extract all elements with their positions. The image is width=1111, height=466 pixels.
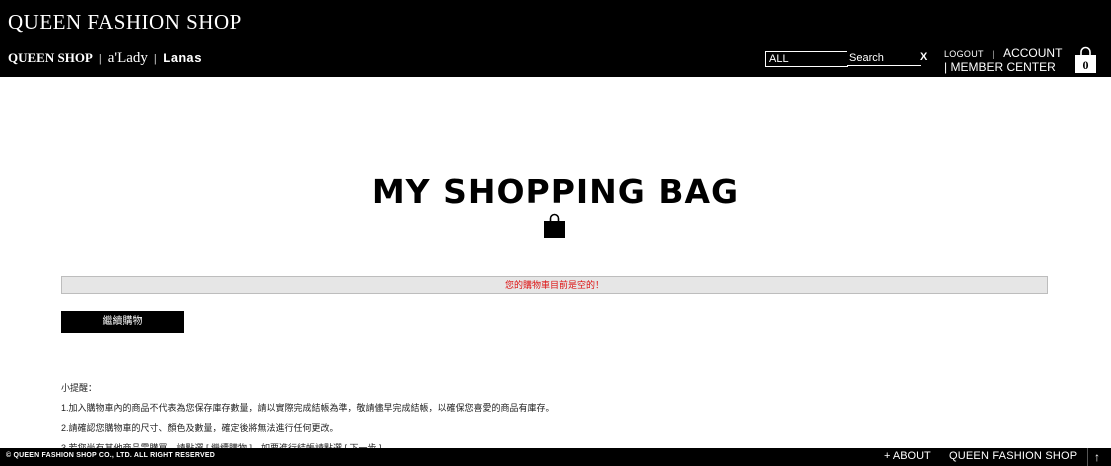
brand-separator: | (153, 53, 157, 65)
shopping-bag-icon (543, 213, 566, 239)
search-input[interactable] (847, 51, 921, 66)
link-separator: | (992, 49, 995, 59)
brand-link-alady[interactable]: a'Lady (108, 50, 148, 67)
footer: © QUEEN FASHION SHOP CO., LTD. ALL RIGHT… (0, 448, 1111, 466)
arrow-up-icon: ↑ (1094, 450, 1100, 464)
account-link[interactable]: ACCOUNT (1003, 46, 1062, 60)
about-link[interactable]: + ABOUT (884, 450, 931, 462)
back-to-top-button[interactable]: ↑ (1087, 448, 1106, 466)
tips-title: 小提醒： (61, 383, 98, 393)
cart-count: 0 (1082, 58, 1089, 72)
tip-item: 2.請確認您購物車的尺寸、顏色及數量，確定後將無法進行任何更改。 (61, 423, 339, 433)
page-title: MY SHOPPING BAG (371, 172, 740, 211)
brand-separator: | (98, 53, 102, 65)
tip-item: 1.加入購物車內的商品不代表為您保存庫存數量，請以實際完成結帳為準，敬請儘早完成… (61, 403, 555, 413)
brand-link-lanas[interactable]: Lanas (163, 51, 202, 66)
search-clear-button[interactable]: X (920, 51, 927, 63)
tips-section: 小提醒： 1.加入購物車內的商品不代表為您保存庫存數量，請以實際完成結帳為準，敬… (61, 378, 555, 458)
search-category-select[interactable]: ALL (765, 51, 848, 67)
cart-button[interactable]: 0 (1074, 46, 1097, 74)
footer-brand-link[interactable]: QUEEN FASHION SHOP (949, 450, 1077, 462)
logout-link[interactable]: LOGOUT (944, 49, 984, 59)
brand-nav: QUEEN SHOP | a'Lady | Lanas (8, 50, 202, 67)
member-center-link[interactable]: | MEMBER CENTER (944, 61, 1062, 74)
continue-shopping-button[interactable]: 繼續購物 (61, 311, 184, 333)
account-links: LOGOUT | ACCOUNT | MEMBER CENTER (944, 46, 1062, 74)
site-title[interactable]: QUEEN FASHION SHOP (8, 10, 242, 35)
brand-link-queen-shop[interactable]: QUEEN SHOP (8, 50, 93, 66)
header: QUEEN FASHION SHOP QUEEN SHOP | a'Lady |… (0, 0, 1111, 77)
copyright-text: © QUEEN FASHION SHOP CO., LTD. ALL RIGHT… (6, 452, 216, 459)
empty-cart-notice: 您的購物車目前是空的！ (61, 276, 1048, 294)
